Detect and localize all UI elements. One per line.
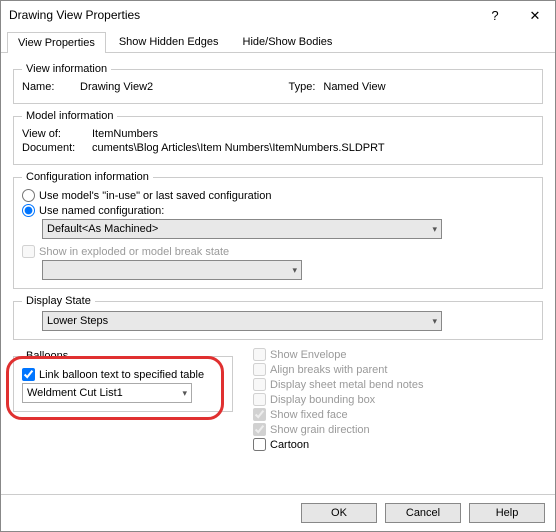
label-link-balloon-text: Link balloon text to specified table — [39, 369, 204, 381]
legend-display-state: Display State — [22, 295, 95, 307]
tab-view-properties[interactable]: View Properties — [7, 32, 106, 53]
group-display-state: Display State Lower Steps ▾ — [13, 295, 543, 340]
title-bar: Drawing View Properties ? ✕ — [1, 1, 555, 29]
combo-balloon-table[interactable]: Weldment Cut List1 ▾ — [22, 383, 192, 403]
check-link-balloon-text[interactable] — [22, 368, 35, 381]
label-cartoon: Cartoon — [270, 439, 309, 451]
group-configuration-information: Configuration information Use model's "i… — [13, 171, 543, 289]
check-show-envelope — [253, 348, 266, 361]
legend-model-information: Model information — [22, 110, 117, 122]
chevron-down-icon: ▾ — [432, 224, 437, 235]
label-named-config: Use named configuration: — [39, 205, 164, 217]
radio-in-use-config[interactable] — [22, 189, 35, 202]
help-button[interactable]: ? — [475, 1, 515, 29]
label-in-use-config: Use model's "in-use" or last saved confi… — [39, 190, 271, 202]
cancel-button[interactable]: Cancel — [385, 503, 461, 523]
value-name: Drawing View2 — [80, 81, 228, 93]
group-balloons: Balloons Link balloon text to specified … — [13, 350, 233, 412]
legend-balloons: Balloons — [22, 350, 72, 362]
group-model-information: Model information View of: ItemNumbers D… — [13, 110, 543, 165]
label-show-fixed-face: Show fixed face — [270, 409, 348, 421]
combo-display-state[interactable]: Lower Steps ▾ — [42, 311, 442, 331]
legend-view-information: View information — [22, 63, 111, 75]
tab-show-hidden-edges[interactable]: Show Hidden Edges — [108, 31, 230, 52]
label-align-breaks: Align breaks with parent — [270, 364, 387, 376]
label-document: Document: — [22, 142, 92, 154]
label-display-bounding-box: Display bounding box — [270, 394, 375, 406]
combo-exploded-state: ▾ — [42, 260, 302, 280]
combo-balloon-table-value: Weldment Cut List1 — [27, 387, 123, 399]
value-view-of: ItemNumbers — [92, 128, 534, 140]
radio-named-config[interactable] — [22, 204, 35, 217]
check-display-bounding-box — [253, 393, 266, 406]
dialog-footer: OK Cancel Help — [1, 494, 555, 531]
tab-strip: View Properties Show Hidden Edges Hide/S… — [1, 31, 555, 53]
value-document: cuments\Blog Articles\Item Numbers\ItemN… — [92, 142, 534, 154]
label-type: Type: — [288, 81, 315, 93]
label-show-envelope: Show Envelope — [270, 349, 346, 361]
chevron-down-icon: ▾ — [182, 388, 187, 399]
legend-configuration-information: Configuration information — [22, 171, 153, 183]
ok-button[interactable]: OK — [301, 503, 377, 523]
check-cartoon[interactable] — [253, 438, 266, 451]
label-display-bend-notes: Display sheet metal bend notes — [270, 379, 423, 391]
check-show-fixed-face — [253, 408, 266, 421]
chevron-down-icon: ▾ — [432, 316, 437, 327]
combo-named-config-value: Default<As Machined> — [47, 223, 158, 235]
tab-hide-show-bodies[interactable]: Hide/Show Bodies — [232, 31, 344, 52]
close-button[interactable]: ✕ — [515, 1, 555, 29]
label-name: Name: — [22, 81, 80, 93]
value-type: Named View — [323, 81, 385, 93]
chevron-down-icon: ▾ — [292, 265, 297, 276]
window-title: Drawing View Properties — [9, 8, 475, 22]
label-exploded-state: Show in exploded or model break state — [39, 246, 229, 258]
check-show-grain-direction — [253, 423, 266, 436]
check-exploded-state — [22, 245, 35, 258]
combo-named-config[interactable]: Default<As Machined> ▾ — [42, 219, 442, 239]
label-view-of: View of: — [22, 128, 92, 140]
help-button-footer[interactable]: Help — [469, 503, 545, 523]
group-view-information: View information Name: Drawing View2 Typ… — [13, 63, 543, 104]
label-show-grain-direction: Show grain direction — [270, 424, 370, 436]
check-align-breaks — [253, 363, 266, 376]
combo-display-state-value: Lower Steps — [47, 315, 108, 327]
check-display-bend-notes — [253, 378, 266, 391]
